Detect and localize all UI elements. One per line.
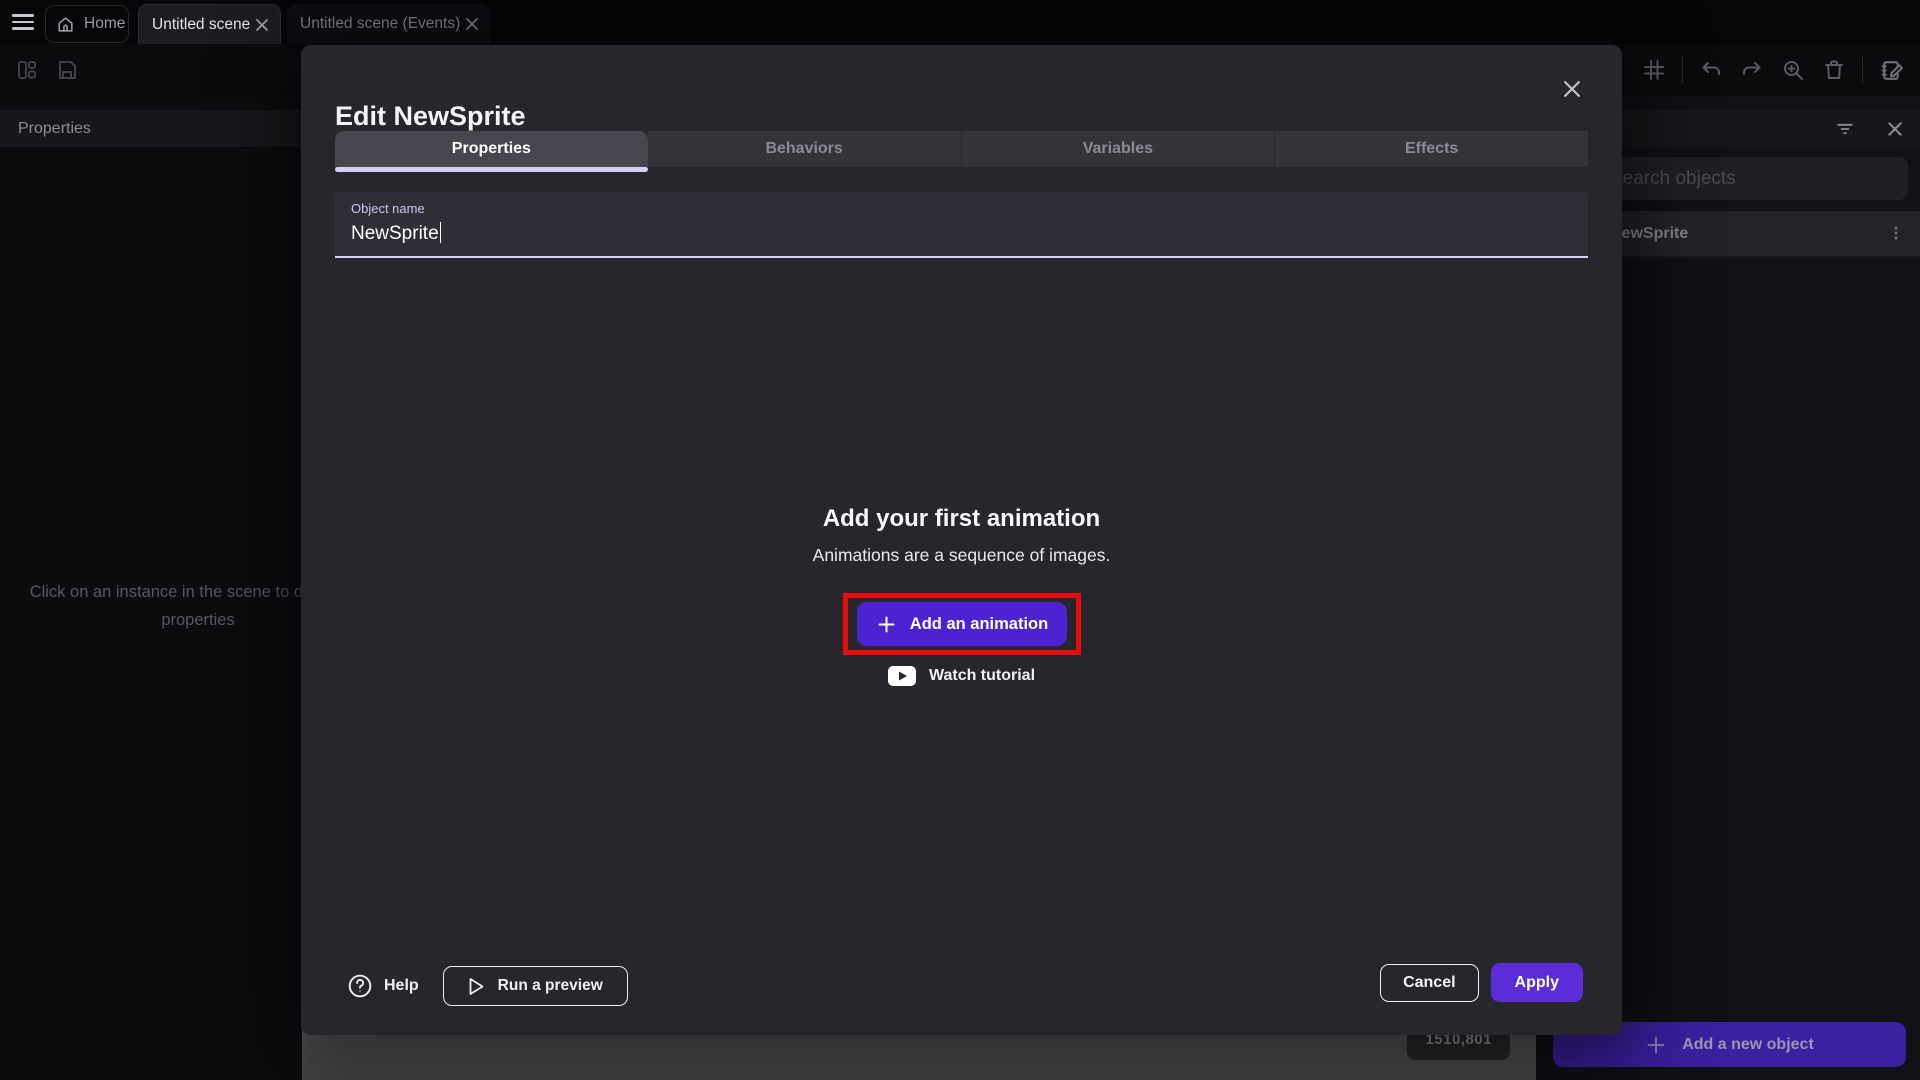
redo-icon[interactable] bbox=[1739, 57, 1765, 83]
tab-effects[interactable]: Effects bbox=[1274, 131, 1588, 167]
object-name-field-label: Object name bbox=[351, 201, 425, 216]
save-icon[interactable] bbox=[54, 57, 80, 83]
watch-tutorial-link[interactable]: Watch tutorial bbox=[301, 666, 1622, 686]
add-new-object-label: Add a new object bbox=[1682, 1036, 1814, 1054]
toolbar-divider bbox=[1682, 57, 1683, 83]
properties-panel-header: Properties bbox=[0, 110, 302, 147]
object-options-kebab-icon[interactable] bbox=[1886, 223, 1908, 245]
properties-panel: Properties Click on an instance in the s… bbox=[0, 96, 302, 1080]
tab-properties[interactable]: Properties bbox=[335, 131, 648, 167]
grid-icon[interactable] bbox=[1641, 57, 1667, 83]
object-name-field[interactable]: Object name NewSprite bbox=[335, 192, 1588, 258]
edit-scene-properties-icon[interactable] bbox=[1878, 57, 1904, 83]
undo-icon[interactable] bbox=[1698, 57, 1724, 83]
play-icon bbox=[468, 977, 485, 996]
youtube-icon bbox=[888, 666, 916, 686]
tab-variables[interactable]: Variables bbox=[961, 131, 1275, 167]
dialog-title: Edit NewSprite bbox=[335, 101, 526, 132]
main-menu-button[interactable] bbox=[12, 9, 42, 35]
help-label: Help bbox=[384, 977, 419, 995]
close-tab-icon[interactable] bbox=[464, 16, 480, 32]
trash-icon[interactable] bbox=[1821, 57, 1847, 83]
close-panel-icon[interactable] bbox=[1884, 118, 1906, 140]
toggle-panels-icon[interactable] bbox=[14, 57, 40, 83]
tab-scene-label: Untitled scene bbox=[152, 16, 250, 34]
properties-panel-title: Properties bbox=[18, 120, 91, 138]
home-icon bbox=[56, 15, 75, 34]
apply-button[interactable]: Apply bbox=[1491, 963, 1583, 1002]
dialog-tabs: Properties Behaviors Variables Effects bbox=[335, 131, 1588, 167]
cancel-button[interactable]: Cancel bbox=[1380, 964, 1478, 1002]
help-icon bbox=[347, 973, 373, 999]
tab-events-label: Untitled scene (Events) bbox=[300, 15, 460, 33]
add-animation-label: Add an animation bbox=[910, 615, 1048, 634]
text-caret bbox=[440, 222, 442, 243]
run-preview-label: Run a preview bbox=[498, 977, 603, 995]
filter-icon[interactable] bbox=[1834, 118, 1856, 140]
object-name-field-value: NewSprite bbox=[351, 222, 441, 245]
close-tab-icon[interactable] bbox=[254, 17, 270, 33]
editor-tab-bar: Home Untitled scene Untitled scene (Even… bbox=[0, 0, 1920, 44]
plus-icon bbox=[1645, 1034, 1667, 1056]
empty-state-title: Add your first animation bbox=[301, 505, 1622, 533]
zoom-in-icon[interactable] bbox=[1780, 57, 1806, 83]
empty-state-subtitle: Animations are a sequence of images. bbox=[301, 545, 1622, 566]
plus-icon bbox=[876, 614, 897, 635]
edit-object-dialog: Edit NewSprite Properties Behaviors Vari… bbox=[301, 45, 1622, 1035]
tutorial-highlight-box: Add an animation bbox=[843, 593, 1081, 655]
help-button[interactable]: Help bbox=[347, 973, 419, 999]
run-preview-button[interactable]: Run a preview bbox=[443, 966, 628, 1006]
tab-behaviors[interactable]: Behaviors bbox=[648, 131, 961, 167]
toolbar-divider bbox=[1862, 57, 1863, 83]
add-animation-button[interactable]: Add an animation bbox=[857, 602, 1067, 646]
close-dialog-icon[interactable] bbox=[1558, 75, 1586, 103]
gdevelop-editor: Home Untitled scene Untitled scene (Even… bbox=[0, 0, 1920, 1080]
tab-untitled-scene-events[interactable]: Untitled scene (Events) bbox=[287, 4, 490, 44]
tab-home[interactable]: Home bbox=[45, 5, 129, 43]
watch-tutorial-label: Watch tutorial bbox=[929, 667, 1035, 685]
tab-home-label: Home bbox=[84, 15, 125, 33]
tab-untitled-scene[interactable]: Untitled scene bbox=[138, 4, 281, 44]
